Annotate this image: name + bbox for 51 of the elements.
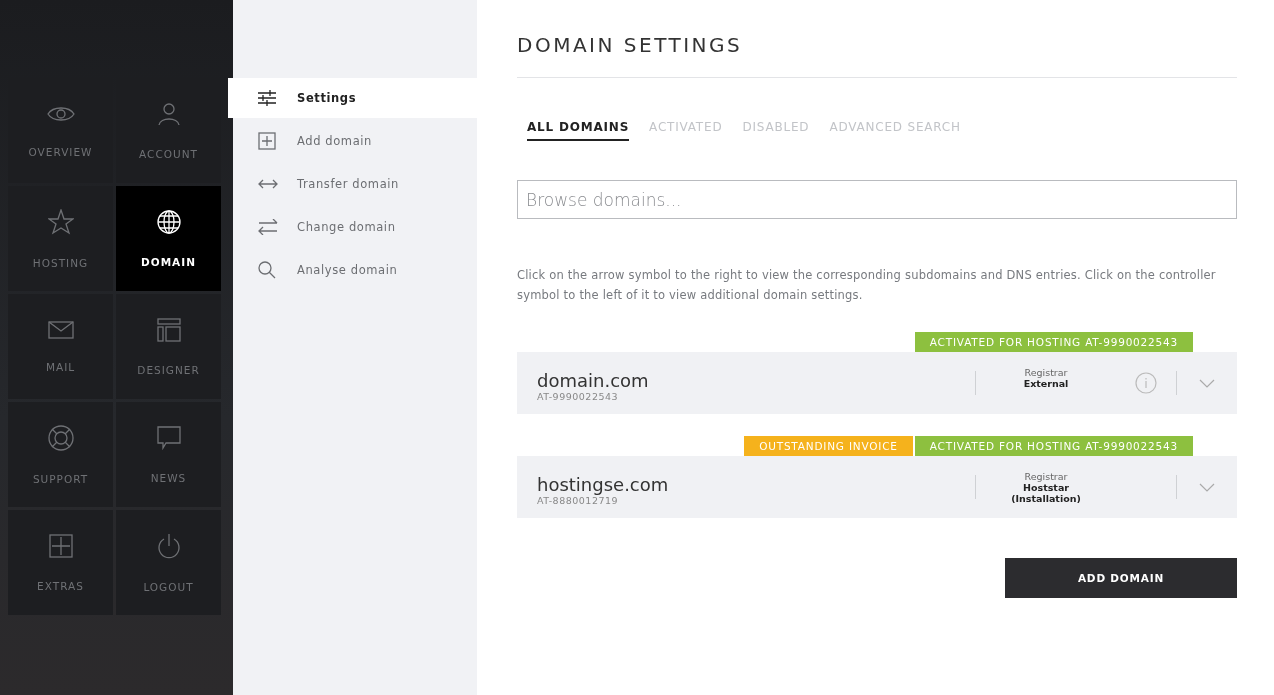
filter-tab[interactable]: ACTIVATED bbox=[649, 120, 723, 141]
submenu-item[interactable]: Transfer domain bbox=[228, 164, 477, 204]
filter-tab[interactable]: ADVANCED SEARCH bbox=[829, 120, 961, 141]
nav-tile[interactable]: EXTRAS bbox=[8, 510, 113, 615]
nav-tile[interactable]: MAIL bbox=[8, 294, 113, 399]
domain-id: AT-9990022543 bbox=[537, 391, 620, 402]
submenu-item[interactable]: Settings bbox=[228, 78, 477, 118]
search-icon bbox=[258, 261, 276, 279]
swap-arrows-icon bbox=[258, 219, 278, 235]
status-badge: ACTIVATED FOR HOSTING AT-9990022543 bbox=[914, 332, 1193, 352]
registrar-label: Registrar bbox=[1024, 471, 1068, 482]
status-badge: ACTIVATED FOR HOSTING AT-9990022543 bbox=[914, 436, 1193, 456]
domain-row[interactable]: domain.com AT-9990022543 Registrar External bbox=[517, 352, 1237, 414]
nav-tile[interactable]: DOMAIN bbox=[116, 186, 221, 291]
layout-icon bbox=[156, 317, 181, 342]
help-text: Click on the arrow symbol to the right to view the corresponding subdomains and DNS entries. Click on the controller symbol to the left of it to view additional domain settings. bbox=[517, 267, 1217, 304]
submenu-item[interactable]: Change domain bbox=[228, 207, 477, 247]
submenu-item[interactable]: Add domain bbox=[228, 121, 477, 161]
page-title: DOMAIN SETTINGS bbox=[517, 0, 1237, 78]
submenu-item[interactable]: Analyse domain bbox=[228, 250, 477, 290]
add-domain-button[interactable]: ADD DOMAIN bbox=[1005, 558, 1237, 598]
envelope-icon bbox=[47, 320, 74, 339]
chevron-down-icon[interactable] bbox=[1199, 482, 1215, 492]
domain-name: hostingse.com bbox=[537, 474, 670, 495]
chevron-down-icon[interactable] bbox=[1199, 378, 1215, 388]
sliders-icon bbox=[258, 90, 276, 106]
user-icon bbox=[157, 101, 180, 126]
nav-tile[interactable]: SUPPORT bbox=[8, 402, 113, 507]
globe-icon bbox=[156, 209, 181, 234]
search-field[interactable]: Browse domains... bbox=[517, 180, 1237, 219]
nav-tile[interactable]: NEWS bbox=[116, 402, 221, 507]
double-arrow-icon bbox=[258, 179, 278, 189]
filter-tab[interactable]: DISABLED bbox=[742, 120, 810, 141]
registrar-value: Hoststar (Installation) bbox=[1010, 482, 1082, 504]
registrar-value: External bbox=[1022, 378, 1070, 389]
registrar-label: Registrar bbox=[1024, 367, 1068, 378]
nav-tile[interactable]: HOSTING bbox=[8, 186, 113, 291]
domain-row[interactable]: hostingse.com AT-8880012719 Registrar Hoststar (Installation) bbox=[517, 456, 1237, 518]
domain-name: domain.com bbox=[537, 370, 650, 391]
info-icon[interactable] bbox=[1135, 372, 1157, 394]
power-icon bbox=[156, 532, 181, 559]
filter-tab[interactable]: ALL DOMAINS bbox=[527, 120, 630, 141]
lifebuoy-icon bbox=[47, 424, 74, 451]
nav-tile[interactable]: DESIGNER bbox=[116, 294, 221, 399]
plus-square-icon bbox=[48, 533, 73, 558]
star-icon bbox=[47, 208, 74, 235]
domain-id: AT-8880012719 bbox=[537, 495, 620, 506]
status-badge: OUTSTANDING INVOICE bbox=[744, 436, 913, 456]
plus-square-icon bbox=[258, 132, 276, 150]
nav-tile[interactable]: LOGOUT bbox=[116, 510, 221, 615]
speech-bubble-icon bbox=[156, 425, 181, 450]
